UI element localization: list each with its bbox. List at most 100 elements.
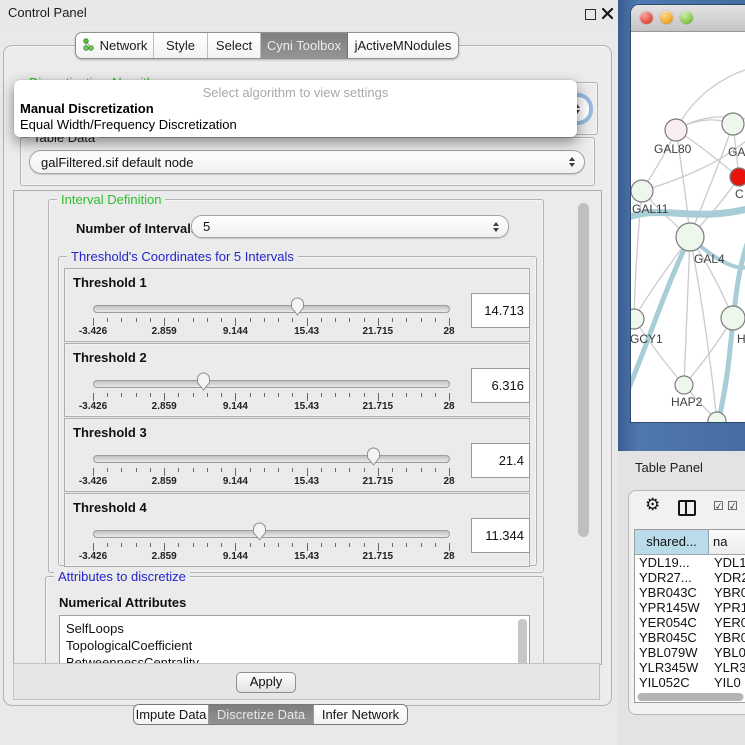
cell-shared-name: YER054C [635, 615, 709, 630]
network-node-label: H [737, 332, 745, 346]
tab-network-label: Network [100, 38, 148, 53]
threshold-label: Threshold 3 [73, 425, 147, 440]
threshold-panel: Threshold 3 -3.4262.8599.14415.4321.71528… [64, 418, 530, 492]
apply-button[interactable]: Apply [236, 672, 296, 693]
table-row[interactable]: YPR145WYPR1 [635, 600, 745, 615]
tab-cyni-toolbox-label: Cyni Toolbox [267, 38, 341, 53]
attribute-list-item[interactable]: SelfLoops [60, 620, 529, 637]
table-data-value: galFiltered.sif default node [41, 155, 193, 170]
checkbox-icon[interactable]: ☑ [713, 499, 724, 513]
network-node[interactable] [722, 113, 744, 135]
network-icon [82, 38, 95, 54]
table-row[interactable]: YBR045CYBR0 [635, 630, 745, 645]
thresholds-list: Threshold 1-3.4262.8599.14415.4321.71528… [64, 268, 530, 567]
network-node[interactable] [676, 223, 704, 251]
cell-name: YDL1 [709, 555, 745, 570]
slider-track[interactable] [93, 455, 450, 463]
dropdown-option-manual-discretization[interactable]: Manual Discretization [14, 100, 577, 117]
screen: Control Panel Network Style Select [0, 0, 745, 745]
threshold-panel: Threshold 2-3.4262.8599.14415.4321.71528… [64, 343, 530, 417]
interval-definition-group: Interval Definition Number of Intervals … [48, 199, 544, 573]
thresholds-coordinates-title: Threshold's Coordinates for 5 Intervals [67, 249, 298, 264]
table-panel-title: Table Panel [635, 460, 703, 475]
network-edge[interactable] [684, 237, 690, 385]
dropdown-option-equal-width-frequency[interactable]: Equal Width/Frequency Discretization [14, 117, 577, 133]
network-node-label: GA [728, 145, 745, 159]
algorithm-dropdown-popup: Select algorithm to view settings Manual… [14, 80, 577, 137]
node-attribute-table[interactable]: shared... na YDL19...YDL1YDR27...YDR2YBR… [634, 529, 745, 703]
cell-shared-name: YBL079W [635, 645, 709, 660]
close-traffic-light-icon[interactable] [640, 11, 653, 24]
tab-infer-network[interactable]: Infer Network [314, 705, 407, 724]
combo-arrows-icon [569, 157, 575, 167]
network-node[interactable] [631, 180, 653, 202]
float-window-icon[interactable] [585, 9, 596, 20]
table-row[interactable]: YDL19...YDL1 [635, 555, 745, 570]
tab-discretize-data[interactable]: Discretize Data [209, 705, 314, 724]
checkbox-icon[interactable]: ☑ [727, 499, 738, 513]
numerical-attributes-label: Numerical Attributes [59, 595, 186, 610]
slider-thumb[interactable] [252, 521, 267, 543]
table-row[interactable]: YDR27...YDR2 [635, 570, 745, 585]
threshold-value-field[interactable]: 6.316 [471, 368, 530, 403]
table-row[interactable]: YLR345WYLR3 [635, 660, 745, 675]
slider-axis-labels: -3.4262.8599.14415.4321.71528 [93, 476, 449, 488]
cell-shared-name: YDL19... [635, 555, 709, 570]
checkbox-icons[interactable]: ☑ ☑ [713, 499, 738, 513]
minimize-traffic-light-icon[interactable] [660, 11, 673, 24]
cell-name: YBL0 [709, 645, 745, 660]
tab-select[interactable]: Select [208, 33, 261, 58]
tab-network[interactable]: Network [76, 33, 154, 58]
threshold-value-field[interactable]: 21.4 [471, 443, 530, 478]
network-window-titlebar [631, 5, 745, 32]
cell-name: YDR2 [709, 570, 745, 585]
zoom-traffic-light-icon[interactable] [680, 11, 693, 24]
table-row[interactable]: YBL079WYBL0 [635, 645, 745, 660]
column-header-shared[interactable]: shared... [635, 530, 709, 554]
column-header-name[interactable]: na [709, 530, 745, 554]
tab-jactivemnodules[interactable]: jActiveMNodules [348, 33, 458, 58]
right-panel: GAL80GACGAL11GAL4GCY1HHAP2 Table Panel ⚙… [618, 0, 745, 745]
close-icon[interactable] [601, 7, 614, 20]
network-node[interactable] [721, 306, 745, 330]
slider-thumb[interactable] [366, 446, 381, 468]
table-row[interactable]: YIL052CYIL0 [635, 675, 745, 690]
table-row[interactable]: YER054CYER0 [635, 615, 745, 630]
split-columns-icon[interactable] [678, 500, 696, 516]
numerical-attributes-list[interactable]: SelfLoopsTopologicalCoefficientBetweenne… [59, 615, 530, 665]
interval-definition-title: Interval Definition [57, 192, 165, 207]
tab-cyni-toolbox[interactable]: Cyni Toolbox [261, 33, 348, 58]
control-panel-tabs: Network Style Select Cyni Toolbox jActiv… [75, 32, 459, 59]
tab-impute-data[interactable]: Impute Data [134, 705, 209, 724]
number-of-intervals-combobox[interactable]: 5 [191, 215, 509, 238]
network-node[interactable] [665, 119, 687, 141]
network-edge[interactable] [690, 124, 733, 237]
vertical-scrollbar[interactable] [578, 203, 589, 537]
slider-track[interactable] [93, 530, 450, 538]
horizontal-scrollbar[interactable] [637, 693, 744, 701]
gear-icon[interactable]: ⚙ [645, 495, 660, 515]
cell-shared-name: YIL052C [635, 675, 709, 690]
tab-style[interactable]: Style [154, 33, 208, 58]
threshold-label: Threshold 2 [73, 350, 147, 365]
network-node-label: C [735, 187, 744, 201]
table-rows: YDL19...YDL1YDR27...YDR2YBR043CYBR0YPR14… [635, 555, 745, 690]
network-node[interactable] [675, 376, 693, 394]
number-of-intervals-label: Number of Intervals [76, 221, 198, 236]
list-scrollbar[interactable] [518, 619, 527, 665]
slider-thumb[interactable] [290, 296, 305, 318]
attribute-list-item[interactable]: TopologicalCoefficient [60, 637, 529, 654]
network-node-label: GAL80 [654, 142, 692, 156]
network-canvas[interactable]: GAL80GACGAL11GAL4GCY1HHAP2 [631, 32, 745, 422]
network-node[interactable] [631, 309, 644, 329]
slider-track[interactable] [93, 305, 450, 313]
network-view-frame: GAL80GACGAL11GAL4GCY1HHAP2 [618, 0, 745, 451]
table-row[interactable]: YBR043CYBR0 [635, 585, 745, 600]
threshold-value-field[interactable]: 14.713 [471, 293, 530, 328]
slider-track[interactable] [93, 380, 450, 388]
table-data-combobox[interactable]: galFiltered.sif default node [29, 150, 585, 174]
network-node[interactable] [730, 168, 745, 186]
slider-thumb[interactable] [196, 371, 211, 393]
network-node-label: GCY1 [631, 332, 663, 346]
threshold-value-field[interactable]: 11.344 [471, 518, 530, 553]
